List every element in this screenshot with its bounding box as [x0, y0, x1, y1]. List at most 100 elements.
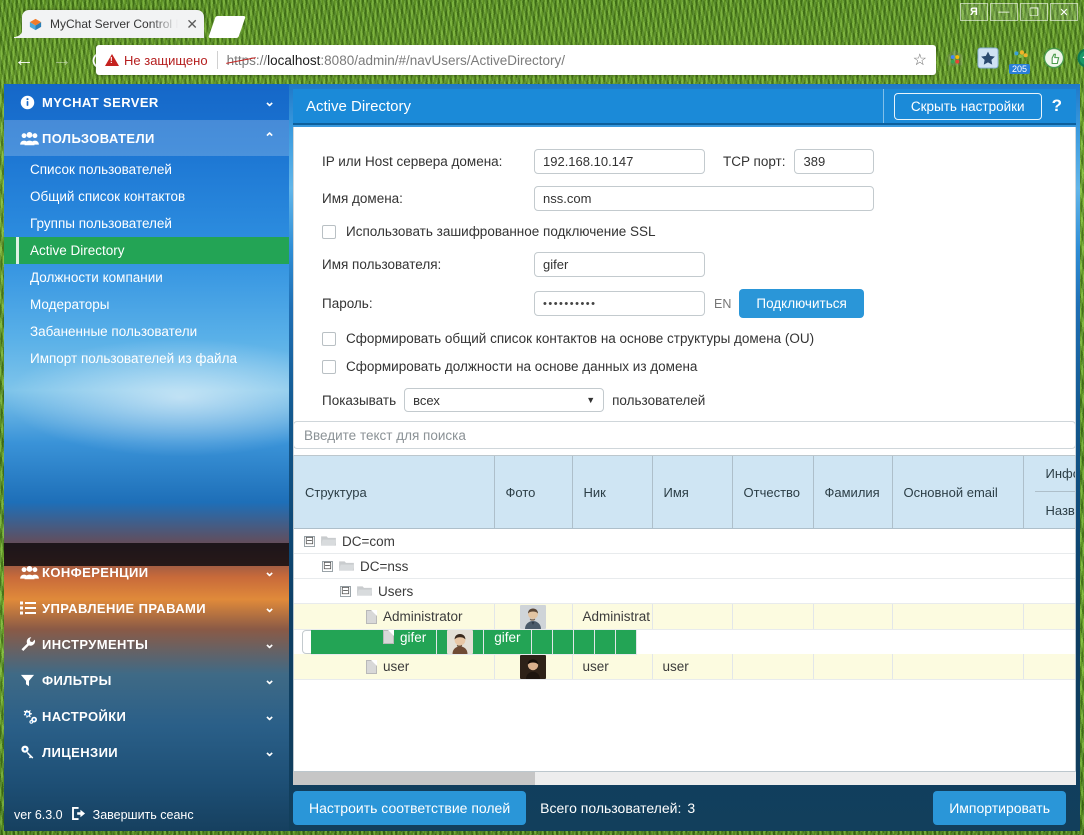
cell-photo[interactable]	[494, 654, 573, 680]
sidebar-item-user-groups[interactable]: Группы пользователей	[4, 210, 289, 237]
username-input[interactable]: gifer	[534, 252, 705, 277]
tab-close-icon[interactable]: ✕	[186, 17, 198, 31]
column-name[interactable]: Имя	[652, 456, 733, 529]
sidebar-group-licenses[interactable]: Лицензии ⌄	[4, 734, 289, 770]
maximize-button[interactable]: ❐	[1020, 3, 1048, 21]
sidebar-group-rights-management[interactable]: Управление правами ⌄	[4, 590, 289, 626]
cell-name[interactable]	[531, 629, 553, 655]
collapse-icon[interactable]: ⊟	[322, 560, 333, 572]
cell-name[interactable]: user	[652, 654, 733, 680]
cell-patronymic[interactable]	[552, 629, 574, 655]
flowers-extension-icon[interactable]: 205	[1009, 47, 1034, 74]
sidebar-item-company-positions[interactable]: Должности компании	[4, 264, 289, 291]
scrollbar-thumb[interactable]	[293, 772, 535, 785]
cell-patronymic[interactable]	[732, 654, 814, 680]
collapse-icon[interactable]: ⊟	[340, 585, 351, 597]
column-email[interactable]: Основной email	[892, 456, 1024, 529]
yandex-button[interactable]: Я	[960, 3, 988, 21]
cell-email[interactable]	[892, 603, 1024, 630]
tree-node-cell[interactable]: ⊟ DC=nss	[294, 553, 1075, 579]
tree-node-row[interactable]: ⊟ DC=com	[294, 528, 1075, 554]
table-row[interactable]: gifer gifer	[302, 629, 637, 655]
cell-nick[interactable]: user	[572, 654, 653, 680]
help-icon[interactable]: ?	[1052, 96, 1076, 116]
tree-node-row[interactable]: ⊟ Users	[294, 578, 1075, 604]
column-info-group[interactable]: Инфо Назв	[1023, 456, 1075, 529]
back-icon[interactable]: ←	[10, 46, 38, 74]
column-photo[interactable]: Фото	[494, 456, 573, 529]
show-users-row: Показывать всех ▼ пользователей	[322, 388, 1075, 412]
ssl-checkbox-row[interactable]: Использовать зашифрованное подключение S…	[322, 224, 1075, 239]
google-apps-icon[interactable]	[944, 47, 968, 71]
table-row[interactable]: Administrator Administrat	[294, 603, 1075, 630]
column-structure[interactable]: Структура	[294, 456, 495, 529]
table-row[interactable]: user user user	[294, 654, 1075, 680]
sidebar-group-conferences[interactable]: Конференции ⌄	[4, 554, 289, 590]
cell-info[interactable]	[615, 629, 637, 655]
total-users-status: Всего пользователей: 3	[540, 800, 695, 816]
map-fields-button[interactable]: Настроить соответствие полей	[293, 791, 527, 825]
cell-info[interactable]	[1023, 654, 1075, 680]
cell-info[interactable]	[1023, 603, 1075, 630]
cell-patronymic[interactable]	[732, 603, 814, 630]
tree-node-row[interactable]: ⊟ DC=nss	[294, 553, 1075, 579]
password-input[interactable]: ••••••••••	[534, 291, 705, 316]
import-button[interactable]: Импортировать	[933, 791, 1066, 825]
sidebar-item-moderators[interactable]: Модераторы	[4, 291, 289, 318]
tree-node-cell[interactable]: ⊟ DC=com	[294, 528, 1075, 554]
show-users-select[interactable]: всех ▼	[404, 388, 605, 412]
not-secure-indicator[interactable]: Не защищено	[105, 53, 208, 68]
cell-structure[interactable]: user	[294, 654, 495, 680]
cell-name[interactable]	[652, 603, 733, 630]
cell-surname[interactable]	[573, 629, 595, 655]
close-button[interactable]: ✕	[1050, 3, 1078, 21]
table-horizontal-scrollbar[interactable]	[293, 772, 1076, 785]
search-input[interactable]: Введите текст для поиска	[293, 421, 1076, 449]
sidebar-item-active-directory[interactable]: Active Directory	[4, 237, 289, 264]
sidebar-group-mychat-server[interactable]: MyChat Server ⌄	[4, 84, 289, 120]
cell-structure[interactable]: Administrator	[294, 603, 495, 630]
sidebar-item-import-users[interactable]: Импорт пользователей из файла	[4, 345, 289, 372]
cell-photo[interactable]	[437, 629, 485, 655]
ip-input[interactable]: 192.168.10.147	[534, 149, 705, 174]
column-nick[interactable]: Ник	[572, 456, 653, 529]
shield-up-icon[interactable]	[1076, 47, 1084, 71]
port-input[interactable]: 389	[794, 149, 875, 174]
bookmark-star-extension-icon[interactable]	[977, 47, 1001, 71]
bookmark-star-icon[interactable]: ☆	[913, 50, 927, 70]
hide-settings-button[interactable]: Скрыть настройки	[893, 92, 1042, 120]
cell-email[interactable]	[594, 629, 616, 655]
ou-checkbox-row[interactable]: Сформировать общий список контактов на о…	[322, 331, 1075, 346]
sidebar-item-shared-contacts[interactable]: Общий список контактов	[4, 183, 289, 210]
browser-tab[interactable]: MyChat Server Control P ✕	[14, 10, 204, 38]
sidebar-item-banned-users[interactable]: Забаненные пользователи	[4, 318, 289, 345]
forward-icon[interactable]: →	[48, 46, 76, 74]
collapse-icon[interactable]: ⊟	[304, 535, 315, 547]
cell-nick[interactable]: Administrat	[572, 603, 653, 630]
column-surname[interactable]: Фамилия	[813, 456, 893, 529]
cell-structure[interactable]: gifer	[311, 629, 438, 655]
new-tab-button[interactable]	[208, 16, 246, 38]
address-bar[interactable]: Не защищено https://localhost:8080/admin…	[96, 45, 936, 75]
sidebar-group-settings[interactable]: Настройки ⌄	[4, 698, 289, 734]
sidebar-group-users[interactable]: Пользователи ⌃	[4, 120, 289, 156]
domain-input[interactable]: nss.com	[534, 186, 874, 211]
ou-checkbox[interactable]	[322, 331, 336, 346]
logout-button[interactable]: Завершить сеанс	[71, 807, 194, 823]
minimize-button[interactable]: —	[990, 3, 1018, 21]
adblock-thumb-icon[interactable]	[1043, 47, 1067, 71]
ssl-checkbox[interactable]	[322, 224, 336, 239]
positions-checkbox[interactable]	[322, 359, 336, 374]
sidebar-group-filters[interactable]: Фильтры ⌄	[4, 662, 289, 698]
connect-button[interactable]: Подключиться	[739, 289, 864, 318]
column-patronymic[interactable]: Отчество	[732, 456, 814, 529]
tree-node-cell[interactable]: ⊟ Users	[294, 578, 1075, 604]
cell-photo[interactable]	[494, 603, 573, 630]
cell-surname[interactable]	[813, 654, 893, 680]
cell-surname[interactable]	[813, 603, 893, 630]
sidebar-group-tools[interactable]: Инструменты ⌄	[4, 626, 289, 662]
sidebar-item-user-list[interactable]: Список пользователей	[4, 156, 289, 183]
positions-checkbox-row[interactable]: Сформировать должности на основе данных …	[322, 359, 1075, 374]
cell-nick[interactable]: gifer	[484, 629, 532, 655]
cell-email[interactable]	[892, 654, 1024, 680]
